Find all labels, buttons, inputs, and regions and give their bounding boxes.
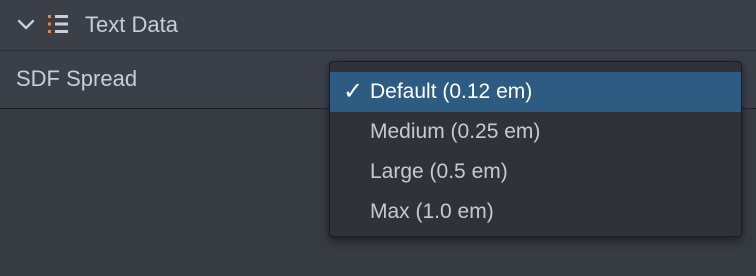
list-icon bbox=[48, 15, 68, 33]
option-label: Default (0.12 em) bbox=[370, 80, 533, 103]
sdf-spread-label: SDF Spread bbox=[16, 66, 138, 91]
chevron-down-icon[interactable] bbox=[16, 15, 36, 35]
dropdown-option-default[interactable]: ✓ Default (0.12 em) bbox=[330, 72, 741, 112]
section-title: Text Data bbox=[85, 12, 178, 37]
option-label: Large (0.5 em) bbox=[370, 160, 508, 183]
inspector-panel: Text Data SDF Spread ✓ Default (0.12 em)… bbox=[0, 0, 756, 276]
dropdown-option-large[interactable]: Large (0.5 em) bbox=[330, 152, 741, 192]
sdf-spread-dropdown-menu: ✓ Default (0.12 em) Medium (0.25 em) Lar… bbox=[329, 61, 742, 237]
dropdown-option-max[interactable]: Max (1.0 em) bbox=[330, 192, 741, 232]
checkmark-icon: ✓ bbox=[342, 78, 364, 105]
text-data-section-header[interactable]: Text Data bbox=[0, 0, 756, 51]
dropdown-option-medium[interactable]: Medium (0.25 em) bbox=[330, 112, 741, 152]
option-label: Max (1.0 em) bbox=[370, 200, 494, 223]
option-label: Medium (0.25 em) bbox=[370, 120, 541, 143]
